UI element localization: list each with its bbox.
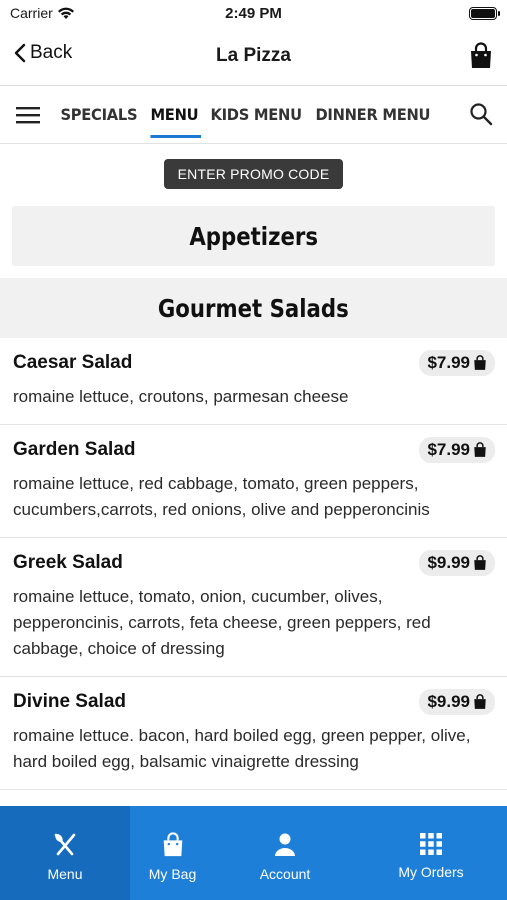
add-to-bag-button[interactable]: $9.99 bbox=[419, 550, 495, 576]
bottom-tab-label: My Bag bbox=[148, 866, 197, 882]
menu-item[interactable]: Caesar Salad $7.99 romaine lettuce, crou… bbox=[0, 338, 507, 425]
status-time: 2:49 PM bbox=[225, 5, 282, 22]
item-price: $7.99 bbox=[427, 440, 470, 459]
cart-button[interactable] bbox=[469, 42, 493, 75]
tab-menu[interactable]: MENU bbox=[144, 86, 205, 144]
menu-item[interactable]: Greek Salad $9.99 romaine lettuce, tomat… bbox=[0, 538, 507, 677]
bag-icon bbox=[163, 832, 182, 857]
category-appetizers[interactable]: Appetizers bbox=[12, 206, 495, 266]
item-price: $9.99 bbox=[427, 553, 470, 572]
item-description: romaine lettuce, tomato, onion, cucumber… bbox=[13, 587, 431, 658]
bag-icon bbox=[474, 694, 486, 709]
utensils-icon bbox=[54, 833, 76, 856]
hamburger-icon bbox=[16, 106, 40, 123]
search-button[interactable] bbox=[469, 102, 493, 131]
tab-dinner-menu[interactable]: DINNER MENU bbox=[309, 86, 437, 144]
tab-specials[interactable]: SPECIALS bbox=[54, 86, 144, 144]
promo-code-button[interactable]: ENTER PROMO CODE bbox=[163, 159, 344, 189]
bag-icon bbox=[474, 555, 486, 570]
battery-icon bbox=[469, 7, 500, 20]
item-price: $9.99 bbox=[427, 692, 470, 711]
menu-item[interactable]: Divine Salad $9.99 romaine lettuce. baco… bbox=[0, 677, 507, 790]
item-description: romaine lettuce, red cabbage, tomato, gr… bbox=[13, 474, 430, 519]
category-tabs: SPECIALS MENU KIDS MENU DINNER MENU bbox=[0, 86, 507, 144]
nav-bar: Back La Pizza bbox=[0, 28, 507, 86]
add-to-bag-button[interactable]: $7.99 bbox=[419, 350, 495, 376]
status-bar: Carrier 2:49 PM bbox=[0, 0, 507, 28]
grid-icon bbox=[420, 833, 442, 855]
category-gourmet-salads[interactable]: Gourmet Salads bbox=[0, 278, 507, 338]
bottom-tab-my-orders[interactable]: My Orders bbox=[355, 806, 507, 900]
add-to-bag-button[interactable]: $9.99 bbox=[419, 689, 495, 715]
bottom-tab-bar: Menu My Bag Account My Orders bbox=[0, 806, 507, 900]
page-title: La Pizza bbox=[216, 45, 291, 66]
person-icon bbox=[275, 833, 295, 856]
menu-item[interactable]: Garden Salad $7.99 romaine lettuce, red … bbox=[0, 425, 507, 538]
tab-kids-menu[interactable]: KIDS MENU bbox=[204, 86, 308, 144]
bottom-tab-menu[interactable]: Menu bbox=[0, 806, 130, 900]
bottom-tab-account[interactable]: Account bbox=[215, 806, 355, 900]
category-title: Gourmet Salads bbox=[158, 293, 349, 323]
item-description: romaine lettuce. bacon, hard boiled egg,… bbox=[13, 726, 471, 771]
hamburger-menu-button[interactable] bbox=[0, 106, 56, 124]
bag-icon bbox=[471, 42, 491, 68]
add-to-bag-button[interactable]: $7.99 bbox=[419, 437, 495, 463]
category-title: Appetizers bbox=[189, 221, 318, 251]
item-description: romaine lettuce, croutons, parmesan chee… bbox=[13, 387, 349, 406]
bottom-tab-my-bag[interactable]: My Bag bbox=[130, 806, 215, 900]
promo-section: ENTER PROMO CODE bbox=[0, 144, 507, 204]
menu-items-list: Caesar Salad $7.99 romaine lettuce, crou… bbox=[0, 338, 507, 790]
bag-icon bbox=[474, 355, 486, 370]
bottom-tab-label: Menu bbox=[47, 866, 83, 882]
search-icon bbox=[470, 103, 493, 126]
bottom-tab-label: Account bbox=[259, 866, 311, 882]
bag-icon bbox=[474, 442, 486, 457]
item-price: $7.99 bbox=[427, 353, 470, 372]
bottom-tab-label: My Orders bbox=[398, 864, 464, 880]
